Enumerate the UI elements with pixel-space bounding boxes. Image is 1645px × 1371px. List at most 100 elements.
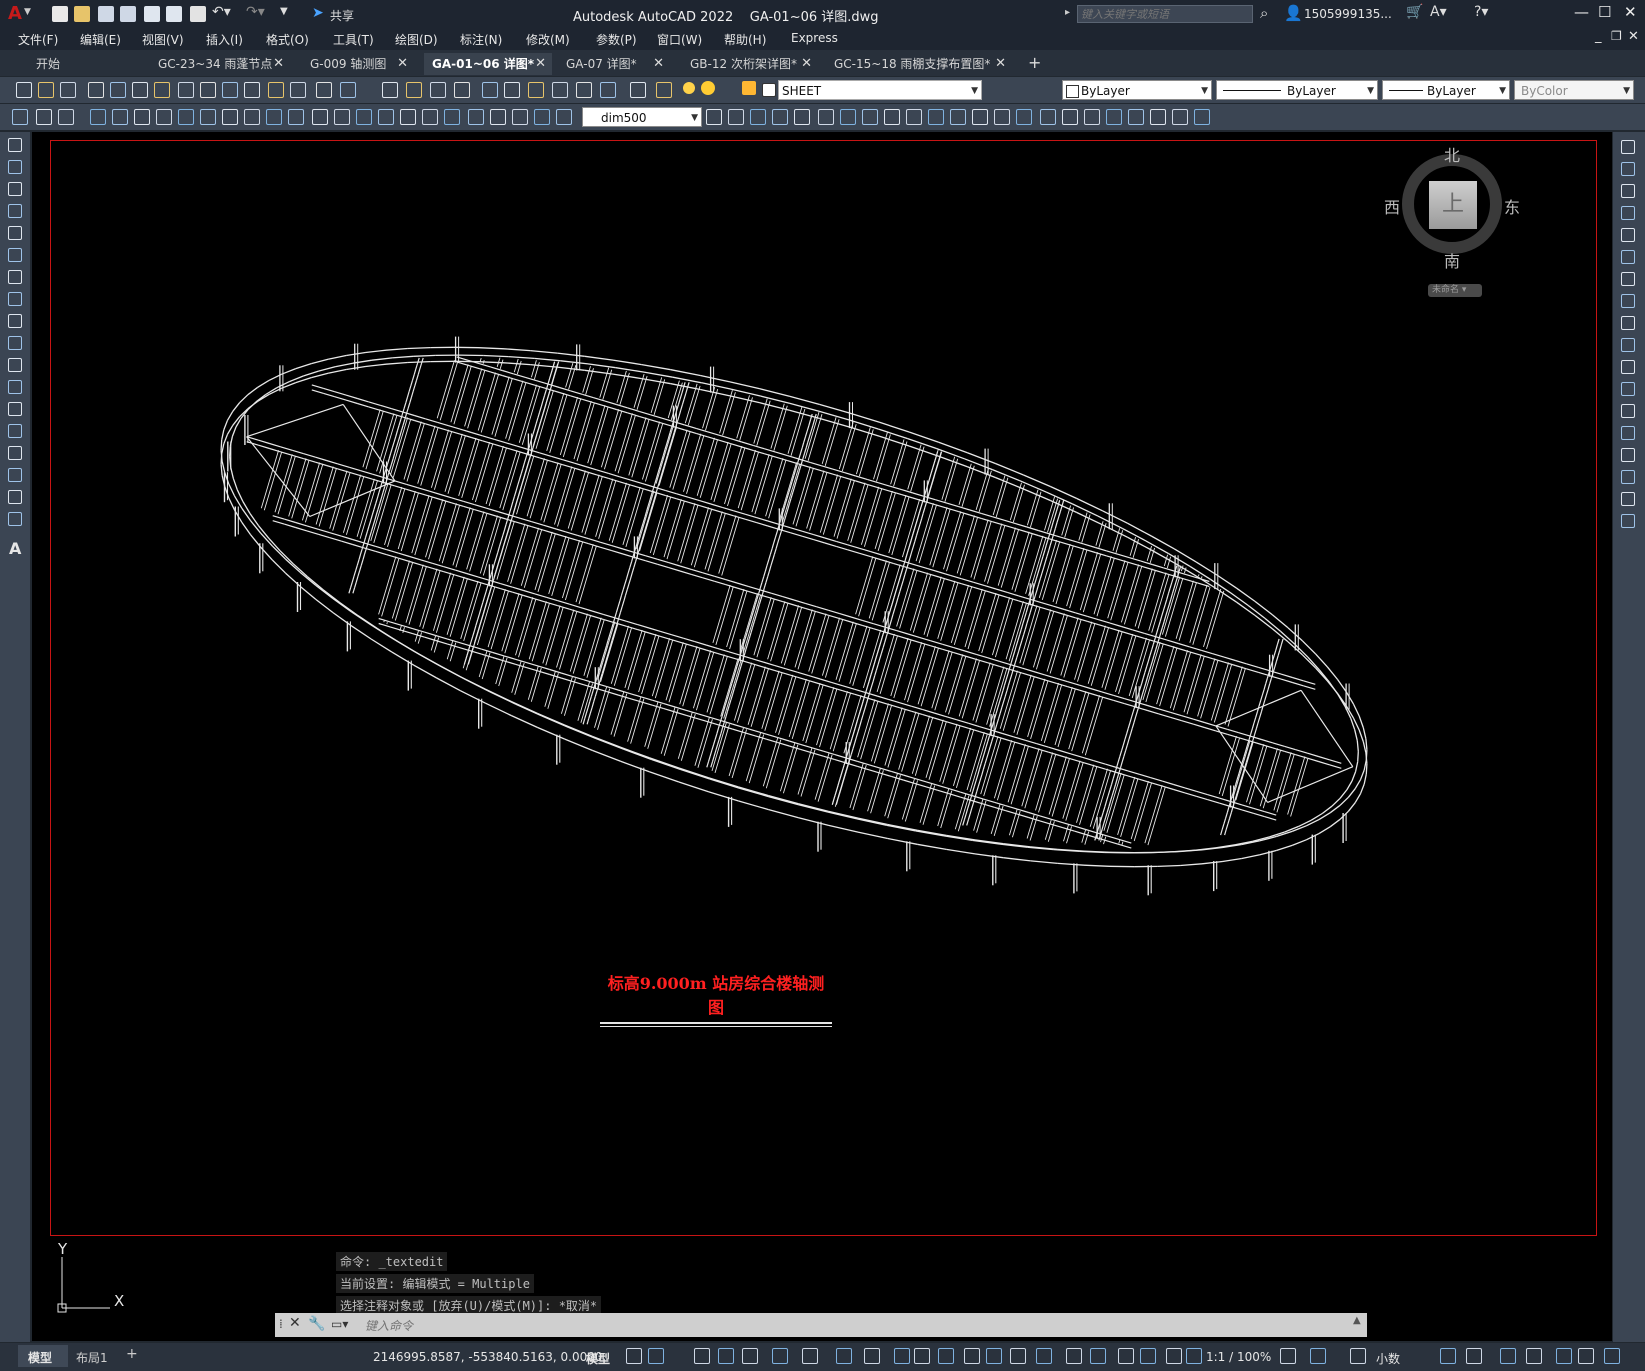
units-icon[interactable] [1186, 1348, 1202, 1364]
tool-palettes-icon[interactable] [482, 82, 498, 98]
grid-icon[interactable] [626, 1348, 642, 1364]
tolerance-icon[interactable] [312, 109, 328, 125]
lineweight-icon[interactable] [894, 1348, 910, 1364]
menu-insert[interactable]: 插入(I) [206, 31, 243, 48]
dim-break-icon[interactable] [1016, 109, 1032, 125]
menu-parametric[interactable]: 参数(P) [596, 31, 637, 48]
compass-north[interactable]: 北 [1444, 142, 1460, 166]
dim-style-icon[interactable] [1194, 109, 1210, 125]
command-grip-icon[interactable]: ⁞ [279, 1317, 283, 1331]
fillet-icon[interactable] [1621, 470, 1635, 484]
trim-icon[interactable] [1621, 338, 1635, 352]
app-menu-chevron-icon[interactable]: ▼ [24, 7, 31, 17]
new-icon[interactable] [16, 82, 32, 98]
tab-gc-15-18[interactable]: GC-15~18 雨棚支撑布置图* ✕ [826, 53, 1012, 75]
dynamic-input-icon[interactable] [718, 1348, 734, 1364]
clean-screen-icon[interactable] [1466, 1348, 1482, 1364]
dim-style-icon[interactable] [468, 109, 484, 125]
viewcube[interactable]: 上 北 南 东 西 未命名 ▾ [1384, 142, 1522, 314]
dim-jogged-icon[interactable] [862, 109, 878, 125]
pan-icon[interactable] [316, 82, 332, 98]
tab-close-icon[interactable]: ✕ [397, 53, 408, 75]
layer-properties-icon[interactable] [600, 82, 616, 98]
spline-icon[interactable] [8, 314, 22, 328]
drawing-title[interactable]: 标高9.000m 站房综合楼轴测图 [600, 970, 832, 1027]
gizmo-icon[interactable] [1036, 1348, 1052, 1364]
tab-close-icon[interactable]: ✕ [535, 53, 546, 75]
plot-icon[interactable] [88, 82, 104, 98]
dim-jogged-icon[interactable] [134, 109, 150, 125]
user-account[interactable]: 1505999135... [1304, 7, 1392, 21]
copy-object-icon[interactable] [1621, 162, 1635, 176]
quick-properties-icon[interactable] [1280, 1348, 1296, 1364]
tab-close-icon[interactable]: ✕ [653, 53, 664, 75]
layer-lock-icon[interactable] [728, 109, 744, 125]
search-expand-icon[interactable]: ▸ [1065, 7, 1070, 18]
hatch-icon[interactable] [8, 446, 22, 460]
doc-close-icon[interactable]: ✕ [1628, 29, 1639, 44]
annotation-monitor-icon[interactable] [1166, 1348, 1182, 1364]
save-web-icon[interactable] [166, 6, 182, 22]
point-icon[interactable] [8, 424, 22, 438]
match-properties-icon[interactable] [244, 82, 260, 98]
dim-diameter-icon[interactable] [156, 109, 172, 125]
annotation-scale-icon[interactable] [1118, 1348, 1134, 1364]
color-dropdown[interactable]: ByLayer ▼ [1062, 80, 1212, 100]
dim-space-icon[interactable] [266, 109, 282, 125]
drawing-canvas[interactable]: 标高9.000m 站房综合楼轴测图 上 北 南 东 西 未命名 ▾ Y X 命令… [32, 132, 1612, 1341]
help-search-input[interactable] [1077, 5, 1253, 23]
ortho-icon[interactable] [742, 1348, 758, 1364]
dim-update-icon[interactable] [1172, 109, 1188, 125]
workspace-icon[interactable] [1140, 1348, 1156, 1364]
rectangle-icon[interactable] [8, 226, 22, 240]
tab-close-icon[interactable]: ✕ [273, 53, 284, 75]
dim-radius-icon[interactable] [112, 109, 128, 125]
share-icon[interactable]: ➤ [312, 5, 324, 21]
dim-aligned-icon[interactable] [36, 109, 52, 125]
gradient-icon[interactable] [8, 468, 22, 482]
units-display[interactable]: 小数 [1376, 1350, 1400, 1367]
dim-radius-icon[interactable] [840, 109, 856, 125]
plot-icon[interactable] [190, 6, 206, 22]
dim-update-icon[interactable] [444, 109, 460, 125]
dim-linear-icon[interactable] [12, 109, 28, 125]
copy-icon[interactable] [200, 82, 216, 98]
dim-continue-icon[interactable] [244, 109, 260, 125]
dim-continue-icon[interactable] [972, 109, 988, 125]
dim-diameter-icon[interactable] [884, 109, 900, 125]
layer-thaw-sun-icon[interactable] [701, 81, 715, 95]
markup-icon[interactable] [528, 82, 544, 98]
menu-tools[interactable]: 工具(T) [333, 31, 374, 48]
layer-isolate-icon[interactable] [534, 109, 550, 125]
menu-draw[interactable]: 绘图(D) [395, 31, 438, 48]
tab-close-icon[interactable]: ✕ [801, 53, 812, 75]
share-button[interactable]: 共享 [330, 7, 354, 24]
customize-icon[interactable] [1500, 1348, 1516, 1364]
infer-constraints-icon[interactable] [694, 1348, 710, 1364]
user-icon[interactable]: 👤 [1284, 4, 1303, 22]
menu-file[interactable]: 文件(F) [18, 31, 58, 48]
dim-ordinate-icon[interactable] [90, 109, 106, 125]
polyline-icon[interactable] [8, 182, 22, 196]
transparency-icon[interactable] [914, 1348, 930, 1364]
dim-edit-icon[interactable] [400, 109, 416, 125]
autodesk-app-icon[interactable]: A▾ [1430, 4, 1447, 20]
polygon-icon[interactable] [8, 204, 22, 218]
zoom-previous-icon[interactable] [406, 82, 422, 98]
menu-format[interactable]: 格式(O) [266, 31, 309, 48]
tab-gb-12[interactable]: GB-12 次桁架详图* ✕ [682, 53, 818, 75]
isodraft-icon[interactable] [802, 1348, 818, 1364]
layer-freeze-icon[interactable] [706, 109, 722, 125]
dynamic-input-icon[interactable] [1604, 1348, 1620, 1364]
rotate-icon[interactable] [1621, 272, 1635, 286]
quick-dim-icon[interactable] [928, 109, 944, 125]
dim-angular-icon[interactable] [906, 109, 922, 125]
dim-aligned-icon[interactable] [772, 109, 788, 125]
redo-icon[interactable]: ↷▾ [246, 4, 265, 20]
dimstyle-dropdown[interactable]: dim500 ▼ [582, 107, 702, 127]
dim-angular-icon[interactable] [178, 109, 194, 125]
paste-icon[interactable] [222, 82, 238, 98]
inspect-icon[interactable] [1084, 109, 1100, 125]
layer-icon[interactable] [490, 109, 506, 125]
tab-start[interactable]: 开始 [28, 53, 146, 75]
